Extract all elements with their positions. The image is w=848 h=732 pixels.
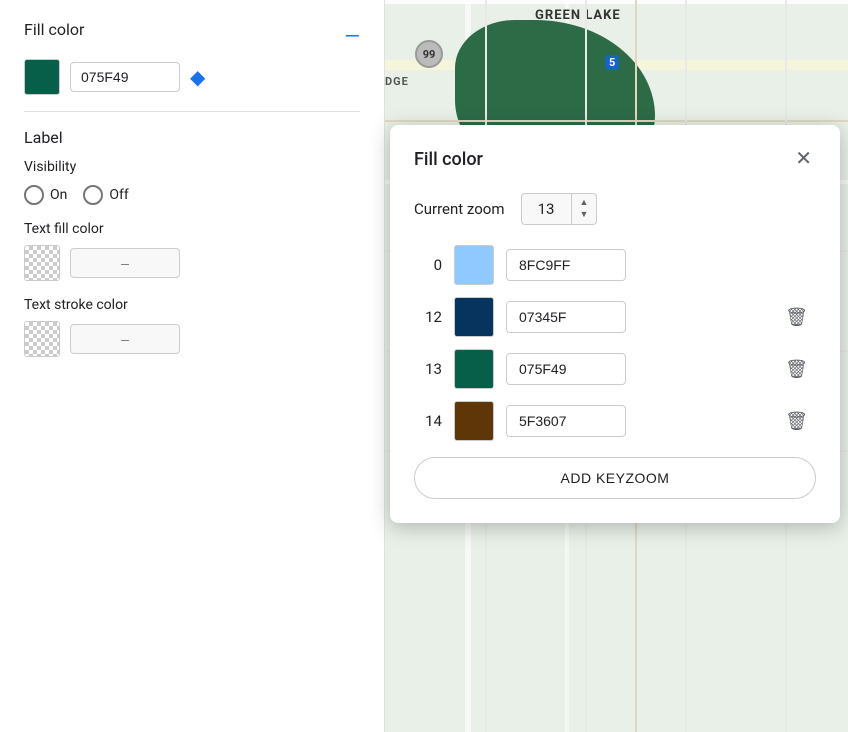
add-keyzoom-button[interactable]: ADD KEYZOOM <box>414 457 816 499</box>
entry-swatch-3[interactable] <box>454 401 494 441</box>
fill-color-popup: Fill color ✕ Current zoom 13 ▲ ▼ 0 12 🗑 … <box>390 125 840 523</box>
fill-color-swatch[interactable] <box>24 59 60 95</box>
entry-zoom-1: 12 <box>414 308 442 326</box>
radio-off-circle <box>83 185 103 205</box>
text-stroke-section: Text stroke color <box>24 297 360 357</box>
fill-color-hex-input[interactable] <box>70 62 180 92</box>
diamond-icon[interactable]: ◆ <box>190 65 205 89</box>
entry-swatch-0[interactable] <box>454 245 494 285</box>
zoom-value: 13 <box>522 194 572 224</box>
entry-zoom-0: 0 <box>414 256 442 274</box>
popup-title: Fill color <box>414 149 483 170</box>
visibility-label: Visibility <box>24 159 360 175</box>
label-section: Label Visibility On Off Text fill color … <box>24 128 360 357</box>
radio-on-label: On <box>50 187 67 203</box>
text-fill-input[interactable] <box>70 248 180 278</box>
text-stroke-swatch[interactable] <box>24 321 60 357</box>
current-zoom-label: Current zoom <box>414 200 505 218</box>
text-fill-color-label: Text fill color <box>24 221 360 237</box>
zoom-down-arrow[interactable]: ▼ <box>580 210 589 221</box>
entry-swatch-2[interactable] <box>454 349 494 389</box>
entry-hex-input-1[interactable] <box>506 301 626 333</box>
radio-off-label: Off <box>109 187 128 203</box>
text-stroke-color-row <box>24 321 360 357</box>
zoom-spinner[interactable]: 13 ▲ ▼ <box>521 193 598 225</box>
divider-1 <box>24 111 360 112</box>
current-zoom-row: Current zoom 13 ▲ ▼ <box>414 193 816 225</box>
radio-off[interactable]: Off <box>83 185 128 205</box>
color-entry-row: 12 🗑 <box>414 297 816 337</box>
close-button[interactable]: ✕ <box>791 145 816 173</box>
delete-button-2[interactable]: 🗑 <box>777 355 816 384</box>
delete-button-1[interactable]: 🗑 <box>777 303 816 332</box>
entry-swatch-1[interactable] <box>454 297 494 337</box>
collapse-icon[interactable]: — <box>344 26 360 46</box>
map-highway-99: 99 <box>415 40 443 68</box>
fill-color-section: Fill color — <box>24 20 360 51</box>
fill-color-controls: ◆ <box>24 59 360 95</box>
color-entry-row: 13 🗑 <box>414 349 816 389</box>
visibility-row: On Off <box>24 185 360 205</box>
color-entry-row: 14 🗑 <box>414 401 816 441</box>
entry-zoom-3: 14 <box>414 412 442 430</box>
text-fill-color-row <box>24 245 360 281</box>
entry-hex-input-0[interactable] <box>506 249 626 281</box>
text-stroke-color-label: Text stroke color <box>24 297 360 313</box>
fill-color-title: Fill color <box>24 20 84 39</box>
map-highway-5-badge: 5 <box>605 55 619 70</box>
text-stroke-input[interactable] <box>70 324 180 354</box>
label-title: Label <box>24 128 360 147</box>
zoom-arrows[interactable]: ▲ ▼ <box>572 196 597 223</box>
text-fill-section: Text fill color <box>24 221 360 281</box>
map-green-lake-label: GREEN LAKE <box>535 8 621 23</box>
popup-header: Fill color ✕ <box>414 145 816 173</box>
entry-hex-input-2[interactable] <box>506 353 626 385</box>
delete-button-3[interactable]: 🗑 <box>777 407 816 436</box>
entry-hex-input-3[interactable] <box>506 405 626 437</box>
left-panel: Fill color — ◆ Label Visibility On Off T… <box>0 0 385 732</box>
entry-zoom-2: 13 <box>414 360 442 378</box>
zoom-up-arrow[interactable]: ▲ <box>580 198 589 209</box>
text-fill-swatch[interactable] <box>24 245 60 281</box>
radio-on[interactable]: On <box>24 185 67 205</box>
color-entries-container: 0 12 🗑 13 🗑 14 🗑 <box>414 245 816 441</box>
radio-on-circle <box>24 185 44 205</box>
color-entry-row: 0 <box>414 245 816 285</box>
map-partial-label: DGE <box>385 75 409 88</box>
